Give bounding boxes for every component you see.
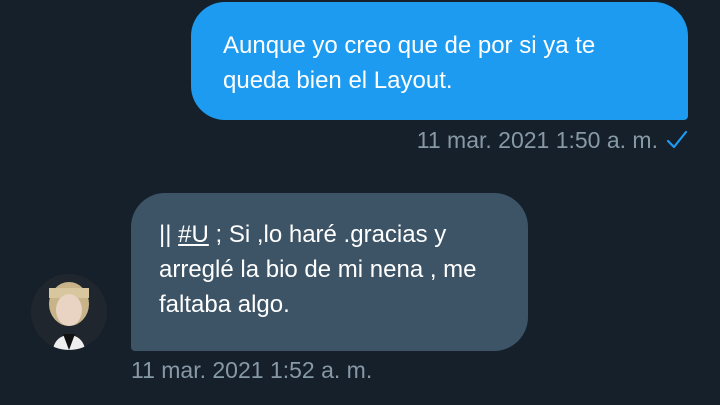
incoming-message-bubble[interactable]: || #U ; Si ,lo haré .gracias y arreglé l… — [131, 193, 528, 351]
check-icon — [666, 129, 688, 151]
outgoing-message-timestamp: 11 mar. 2021 1:50 a. m. — [416, 127, 658, 153]
hashtag-link[interactable]: #U — [178, 221, 209, 248]
incoming-message-prefix: || — [159, 221, 179, 248]
incoming-message-timestamp: 11 mar. 2021 1:52 a. m. — [131, 357, 373, 383]
outgoing-message-meta: 11 mar. 2021 1:50 a. m. — [417, 126, 688, 154]
user-avatar[interactable] — [31, 274, 107, 350]
outgoing-message-text: Aunque yo creo que de por si ya te queda… — [223, 32, 596, 94]
conversation-view: Aunque yo creo que de por si ya te queda… — [0, 0, 720, 405]
outgoing-message-bubble[interactable]: Aunque yo creo que de por si ya te queda… — [191, 2, 688, 120]
